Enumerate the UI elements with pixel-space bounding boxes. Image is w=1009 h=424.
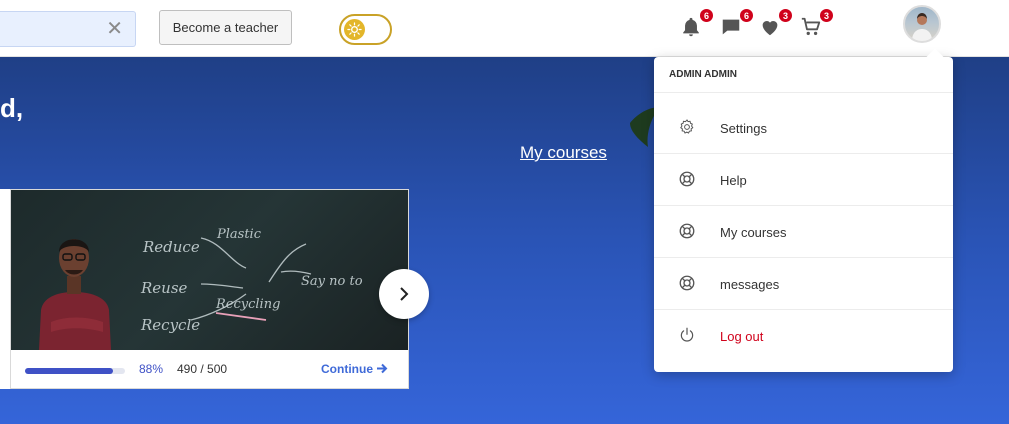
previous-course-card[interactable] <box>0 189 10 389</box>
lifebuoy-icon <box>679 223 695 239</box>
course-card[interactable]: Reduce Reuse Recycle Plastic Recycling S… <box>10 189 409 389</box>
chevron-right-icon <box>400 287 409 301</box>
menu-item-label: My courses <box>720 225 787 240</box>
person-illustration <box>39 239 111 350</box>
continue-course-link[interactable]: Continue <box>321 362 388 376</box>
chalk-text-recycle: Recycle <box>140 316 200 334</box>
become-teacher-button[interactable]: Become a teacher <box>159 10 292 45</box>
notifications-count-badge: 6 <box>699 8 714 23</box>
wishlist-count-badge: 3 <box>778 8 793 23</box>
chalk-text-reuse: Reuse <box>140 279 188 297</box>
cart-count-badge: 3 <box>819 8 834 23</box>
wishlist-button[interactable]: 3 <box>759 8 793 40</box>
chalk-text-say-no: Say no to <box>301 274 363 289</box>
close-icon[interactable]: ✕ <box>106 18 123 40</box>
search-input[interactable]: ✕ <box>0 11 136 47</box>
continue-label: Continue <box>321 362 373 376</box>
menu-item-label: messages <box>720 277 780 292</box>
lifebuoy-icon <box>679 171 695 187</box>
course-thumbnail: Reduce Reuse Recycle Plastic Recycling S… <box>11 190 408 350</box>
menu-item-messages[interactable]: messages <box>654 258 953 310</box>
menu-item-log-out[interactable]: Log out <box>654 310 953 362</box>
cart-icon <box>801 17 821 36</box>
menu-item-label: Settings <box>720 121 767 136</box>
chat-icon <box>722 19 740 35</box>
menu-item-label: Log out <box>720 329 764 344</box>
sun-icon <box>344 19 365 40</box>
course-progress-percent: 88% <box>139 362 164 376</box>
menu-item-label: Help <box>720 173 747 188</box>
course-progress-fill <box>25 368 113 374</box>
user-menu-dropdown: ADMIN ADMIN Settings Help My courses mes… <box>654 57 953 372</box>
chalk-text-recycling: Recycling <box>215 297 280 312</box>
course-progress-footer: 88% 490 / 500 Continue <box>11 350 408 388</box>
cart-button[interactable]: 3 <box>800 8 834 40</box>
bell-icon <box>683 17 699 37</box>
gear-icon <box>680 119 694 134</box>
messages-count-badge: 6 <box>739 8 754 23</box>
my-courses-link[interactable]: My courses <box>520 143 607 163</box>
arrow-right-icon <box>377 363 388 374</box>
power-icon <box>680 327 694 342</box>
heart-icon <box>762 21 778 36</box>
user-menu-username: ADMIN ADMIN <box>654 57 953 93</box>
hero-greeting: d, <box>0 93 24 123</box>
course-progress-bar <box>25 368 125 374</box>
carousel-next-button[interactable] <box>379 269 429 319</box>
user-avatar[interactable] <box>903 5 941 43</box>
course-progress-count: 490 / 500 <box>177 362 228 376</box>
chalk-text-plastic: Plastic <box>216 227 262 242</box>
chalk-text-reduce: Reduce <box>142 238 200 256</box>
notifications-button[interactable]: 6 <box>680 8 714 40</box>
lifebuoy-icon <box>679 275 695 291</box>
menu-item-my-courses[interactable]: My courses <box>654 206 953 258</box>
menu-item-settings[interactable]: Settings <box>654 102 953 154</box>
theme-toggle[interactable] <box>339 14 392 45</box>
messages-button[interactable]: 6 <box>720 8 754 40</box>
top-navigation-bar: ✕ Become a teacher 6 6 3 3 <box>0 0 1009 57</box>
menu-item-help[interactable]: Help <box>654 154 953 206</box>
